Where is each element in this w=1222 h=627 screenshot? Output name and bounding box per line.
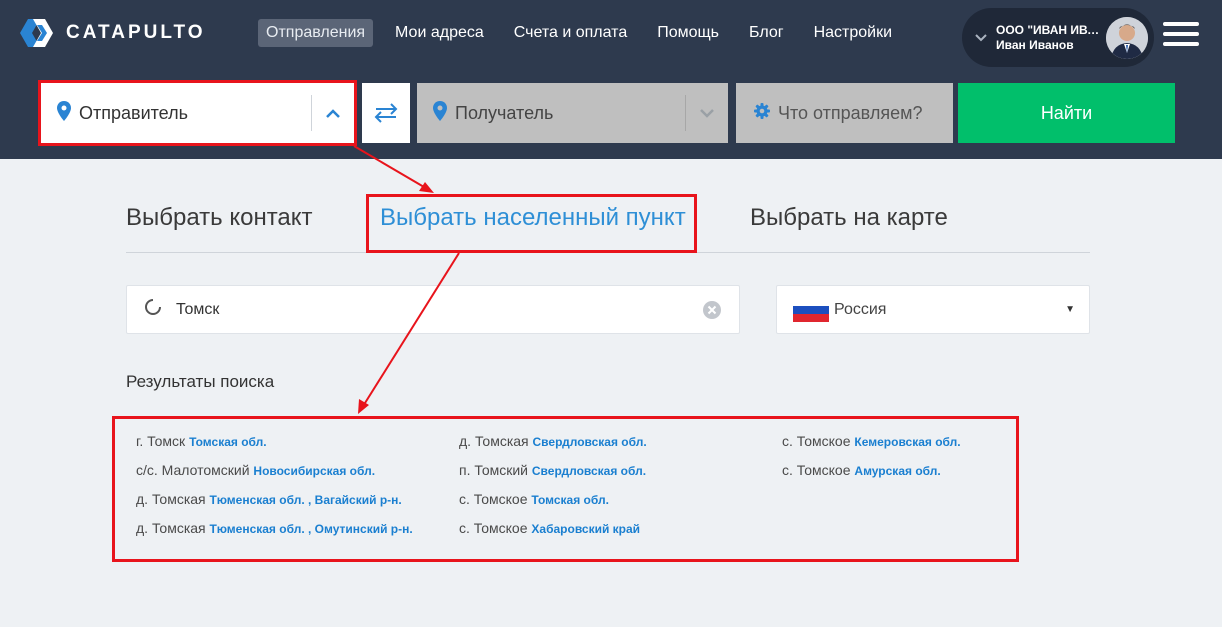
city-search-field[interactable] bbox=[126, 285, 740, 334]
nav-item-shipments[interactable]: Отправления bbox=[258, 19, 374, 47]
result-region: Кемеровская обл. bbox=[854, 435, 961, 449]
result-name: п. Томский bbox=[459, 462, 528, 478]
nav-item-addresses[interactable]: Мои адреса bbox=[387, 19, 492, 47]
gear-icon bbox=[754, 102, 770, 124]
country-name: Россия bbox=[834, 300, 887, 318]
city-search-input[interactable] bbox=[176, 300, 676, 319]
result-name: с. Томское bbox=[782, 433, 851, 449]
result-name: д. Томская bbox=[136, 520, 206, 536]
loading-spinner-icon bbox=[144, 298, 162, 321]
result-name: с. Томское bbox=[459, 491, 528, 507]
result-name: г. Томск bbox=[136, 433, 186, 449]
result-region: Свердловская обл. bbox=[531, 464, 647, 478]
account-info: ООО "ИВАН ИВАН... Иван Иванов bbox=[996, 23, 1106, 53]
main-nav: Отправления Мои адреса Счета и оплата По… bbox=[258, 19, 914, 47]
sender-field[interactable]: Отправитель bbox=[41, 83, 354, 143]
chevron-down-icon[interactable] bbox=[686, 108, 728, 118]
account-company: ООО "ИВАН ИВАН... bbox=[996, 22, 1106, 37]
recipient-label: Получатель bbox=[455, 102, 554, 123]
clear-icon[interactable] bbox=[703, 301, 721, 324]
result-region: Томская обл. bbox=[189, 435, 267, 449]
result-item[interactable]: д. Томская Тюменская обл. , Вагайский р-… bbox=[136, 491, 402, 507]
find-button[interactable]: Найти bbox=[958, 83, 1175, 143]
location-pin-icon bbox=[433, 100, 447, 126]
result-item[interactable]: с. Томское Амурская обл. bbox=[782, 462, 941, 478]
result-region: Хабаровский край bbox=[531, 522, 641, 536]
result-name: д. Томская bbox=[136, 491, 206, 507]
result-item[interactable]: с. Томское Кемеровская обл. bbox=[782, 433, 961, 449]
brand-logo[interactable]: CATAPULTO bbox=[18, 18, 206, 48]
recipient-field[interactable]: Получатель bbox=[417, 83, 728, 143]
hamburger-menu-icon[interactable] bbox=[1163, 22, 1199, 46]
result-region: Свердловская обл. bbox=[532, 435, 647, 449]
tab-select-locality[interactable]: Выбрать населенный пункт bbox=[380, 204, 686, 232]
result-name: с. Томское bbox=[459, 520, 528, 536]
result-name: с. Томское bbox=[782, 462, 851, 478]
chevron-up-icon[interactable] bbox=[312, 108, 354, 118]
result-item[interactable]: п. Томский Свердловская обл. bbox=[459, 462, 646, 478]
swap-button[interactable] bbox=[362, 83, 410, 143]
result-item[interactable]: с. Томское Томская обл. bbox=[459, 491, 609, 507]
russia-flag-icon bbox=[793, 297, 829, 322]
result-region: Амурская обл. bbox=[854, 464, 941, 478]
result-name: д. Томская bbox=[459, 433, 529, 449]
swap-icon bbox=[374, 103, 398, 123]
brand-name: CATAPULTO bbox=[66, 22, 206, 43]
account-menu[interactable]: ООО "ИВАН ИВАН... Иван Иванов bbox=[962, 8, 1154, 67]
location-pin-icon bbox=[57, 100, 71, 126]
results-title: Результаты поиска bbox=[126, 372, 275, 391]
logo-icon bbox=[20, 19, 53, 47]
nav-item-help[interactable]: Помощь bbox=[649, 19, 727, 47]
result-item[interactable]: д. Томская Тюменская обл. , Омутинский р… bbox=[136, 520, 413, 536]
tabs-divider bbox=[126, 252, 1090, 253]
tab-select-on-map[interactable]: Выбрать на карте bbox=[750, 204, 948, 232]
result-region: Новосибирская обл. bbox=[253, 464, 376, 478]
result-item[interactable]: г. Томск Томская обл. bbox=[136, 433, 267, 449]
account-user: Иван Иванов bbox=[996, 37, 1074, 52]
result-item[interactable]: д. Томская Свердловская обл. bbox=[459, 433, 647, 449]
nav-item-settings[interactable]: Настройки bbox=[806, 19, 900, 47]
result-item[interactable]: с/с. Малотомский Новосибирская обл. bbox=[136, 462, 375, 478]
nav-item-blog[interactable]: Блог bbox=[741, 19, 792, 47]
result-item[interactable]: с. Томское Хабаровский край bbox=[459, 520, 640, 536]
dropdown-caret-icon: ▼ bbox=[1065, 304, 1075, 315]
parcel-type-label: Что отправляем? bbox=[778, 102, 923, 123]
result-region: Тюменская обл. , Вагайский р-н. bbox=[209, 493, 402, 507]
result-region: Тюменская обл. , Омутинский р-н. bbox=[209, 522, 413, 536]
parcel-type-field[interactable]: Что отправляем? bbox=[736, 83, 953, 143]
tab-select-contact[interactable]: Выбрать контакт bbox=[126, 204, 313, 232]
result-name: с/с. Малотомский bbox=[136, 462, 250, 478]
chevron-down-icon bbox=[966, 31, 996, 45]
country-select[interactable]: Россия ▼ bbox=[776, 285, 1090, 334]
sender-label: Отправитель bbox=[79, 102, 188, 123]
result-region: Томская обл. bbox=[531, 493, 609, 507]
nav-item-billing[interactable]: Счета и оплата bbox=[506, 19, 635, 47]
avatar bbox=[1106, 17, 1148, 59]
top-header: CATAPULTO Отправления Мои адреса Счета и… bbox=[0, 0, 1222, 159]
